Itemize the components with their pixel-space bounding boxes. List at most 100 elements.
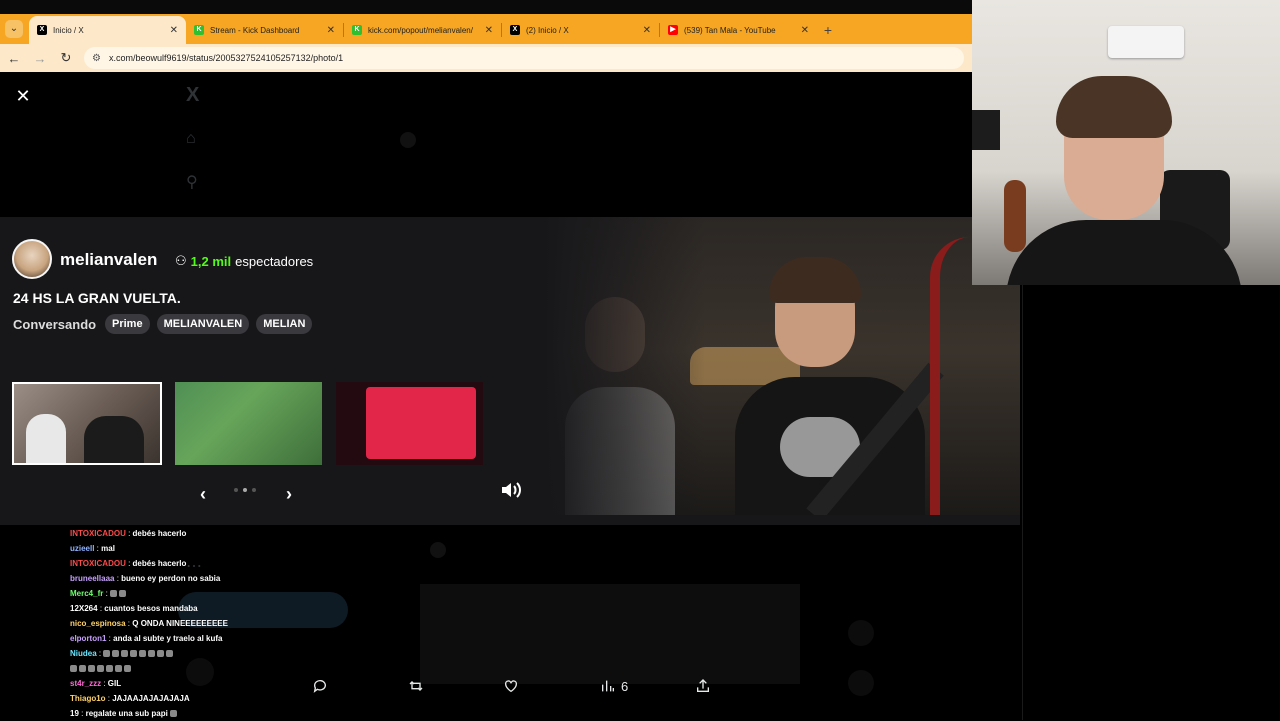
emote-icon — [106, 665, 113, 673]
reply-button[interactable] — [312, 678, 328, 694]
streamer-in-car — [735, 257, 925, 515]
tab-inicio-x[interactable]: X Inicio / X ✕ — [29, 16, 186, 44]
emote-icon — [121, 650, 129, 658]
tab-bar: ⌄ X Inicio / X ✕ K Stream - Kick Dashboa… — [0, 14, 972, 44]
kick-icon: K — [194, 25, 204, 35]
reload-icon[interactable]: ↻ — [54, 50, 78, 66]
emote-icon — [88, 665, 95, 673]
window-top-strip — [0, 0, 972, 14]
tag-melianvalen[interactable]: MELIANVALEN — [156, 314, 250, 334]
webcam-feed — [972, 0, 1280, 285]
views-button[interactable]: 6 — [600, 678, 628, 694]
chat-message: elporton1 : anda al subte y traelo al ku… — [70, 634, 223, 643]
heart-icon — [505, 680, 517, 693]
analytics-icon — [602, 680, 614, 692]
close-tab-icon[interactable]: ✕ — [801, 25, 809, 36]
channel-name[interactable]: melianvalen — [60, 250, 157, 270]
avatar — [400, 132, 416, 148]
x-logo-icon: X — [186, 84, 200, 106]
emote-icon — [79, 665, 86, 673]
x-logo-icon: X — [37, 25, 47, 35]
avatar — [848, 620, 874, 646]
address-bar: ← → ↻ ⚙ x.com/beowulf9619/status/2005327… — [0, 44, 972, 72]
chat-message: 12X264 : cuantos besos mandaba — [70, 604, 198, 613]
chat-message — [70, 661, 278, 676]
emote-icon — [70, 665, 77, 673]
viewers-icon: ⚇ — [175, 253, 187, 268]
emote-icon — [97, 665, 104, 673]
chat-message: Merc4_fr : — [70, 586, 278, 601]
viewer-label: espectadores — [235, 253, 314, 269]
emote-icon — [166, 650, 174, 658]
carousel-dots — [234, 488, 256, 492]
viewer-number: 1,2 mil — [190, 253, 232, 269]
stream-title: 24 HS LA GRAN VUELTA. — [13, 290, 181, 306]
close-tab-icon[interactable]: ✕ — [485, 25, 493, 36]
share-icon — [697, 679, 709, 692]
emote-icon — [139, 650, 147, 658]
stream-video[interactable] — [545, 217, 1020, 515]
chat-message: INTOXICADOU : debés hacerlo — [70, 559, 187, 568]
chat-messages: INTOXICADOU : debés hacerlo uzieell : ma… — [70, 526, 278, 721]
like-button[interactable] — [503, 678, 519, 694]
emote-icon — [103, 650, 111, 658]
thumbnail-game[interactable] — [175, 382, 322, 465]
chat-message: 19 : regalate una sub papi — [70, 706, 278, 721]
tab-youtube[interactable]: ▶ (539) Tan Mala - YouTube ✕ — [660, 16, 817, 44]
tab-kick-dashboard[interactable]: K Stream - Kick Dashboard ✕ — [186, 16, 343, 44]
chevron-right-icon[interactable]: › — [286, 484, 292, 505]
emote-icon — [148, 650, 156, 658]
chat-message: uzieell : mal — [70, 544, 115, 553]
home-icon: ⌂ — [186, 130, 196, 147]
youtube-icon: ▶ — [668, 25, 678, 35]
stream-overlay: melianvalen ⚇ 1,2 mil espectadores 24 HS… — [0, 217, 1020, 525]
kick-icon: K — [352, 25, 362, 35]
forward-icon[interactable]: → — [28, 51, 52, 66]
chat-message: Thiago1o : JAJAAJAJAJAJAJA — [70, 694, 190, 703]
tab-kick-popout[interactable]: K kick.com/popout/melianvalen/ ✕ — [344, 16, 501, 44]
chat-message: bruneellaaa : bueno ey perdon no sabia — [70, 574, 221, 583]
close-tab-icon[interactable]: ✕ — [643, 25, 651, 36]
avatar — [430, 542, 446, 558]
views-count: 6 — [621, 678, 629, 694]
tab-title: Stream - Kick Dashboard — [210, 25, 300, 35]
tab-inicio-x-2[interactable]: X (2) Inicio / X ✕ — [502, 16, 659, 44]
repost-button[interactable] — [408, 678, 424, 694]
close-tab-icon[interactable]: ✕ — [327, 25, 335, 36]
new-tab-button[interactable]: + — [817, 16, 839, 44]
stream-category[interactable]: Conversando — [13, 317, 96, 332]
tab-title: kick.com/popout/melianvalen/ — [368, 25, 473, 35]
air-conditioner — [1108, 26, 1184, 58]
close-icon[interactable]: ✕ — [14, 87, 32, 105]
close-tab-icon[interactable]: ✕ — [170, 25, 178, 36]
search-icon: ⚲ — [186, 174, 198, 191]
emote-icon — [157, 650, 165, 658]
tab-title: (2) Inicio / X — [526, 25, 569, 35]
back-icon[interactable]: ← — [2, 51, 26, 66]
tag-prime[interactable]: Prime — [105, 314, 150, 334]
volume-icon[interactable] — [500, 480, 522, 500]
avatar[interactable] — [12, 239, 52, 279]
emote-icon — [115, 665, 122, 673]
tab-title: (539) Tan Mala - YouTube — [684, 25, 776, 35]
emote-icon — [119, 590, 127, 598]
chat-message: INTOXICADOU : debés hacerlo — [70, 529, 187, 538]
tab-search-button[interactable]: ⌄ — [5, 20, 23, 38]
chat-panel — [1022, 285, 1280, 720]
site-info-icon[interactable]: ⚙ — [92, 53, 101, 64]
tag-melian[interactable]: MELIAN — [256, 314, 313, 334]
tag-list: Prime MELIANVALEN MELIAN — [105, 314, 313, 334]
emote-icon — [124, 665, 131, 673]
chat-message: nico_espinosa : Q ONDA NINEEEEEEEEE — [70, 619, 228, 628]
emote-icon — [130, 650, 138, 658]
chevron-left-icon[interactable]: ‹ — [200, 484, 206, 505]
url-field[interactable]: ⚙ x.com/beowulf9619/status/2005327524105… — [84, 47, 964, 69]
share-button[interactable] — [695, 678, 711, 694]
thumbnail-car[interactable] — [12, 382, 162, 465]
url-text: x.com/beowulf9619/status/200532752410525… — [108, 53, 344, 63]
emote-icon — [112, 650, 120, 658]
chat-message: Niudea : — [70, 646, 278, 661]
background-tweet-image — [420, 584, 800, 684]
emote-icon — [170, 710, 178, 718]
thumbnail-casino[interactable] — [336, 382, 483, 465]
